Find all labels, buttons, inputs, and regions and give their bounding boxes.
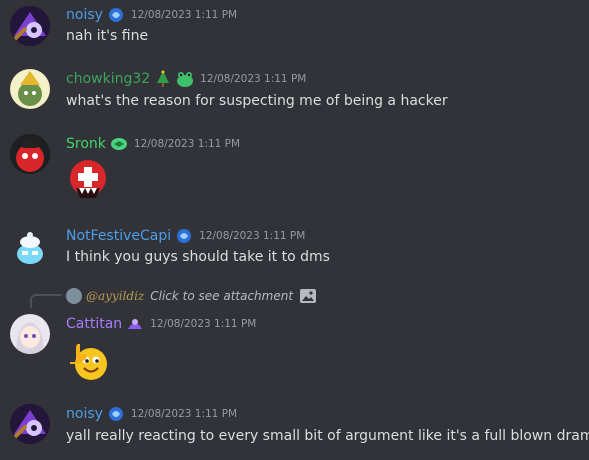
timestamp: 12/08/2023 1:11 PM bbox=[130, 408, 238, 420]
message-text: yall really reacting to every small bit … bbox=[66, 428, 589, 444]
username[interactable]: noisy bbox=[66, 406, 103, 422]
message: noisy 12/08/2023 1:11 PM yall really rea… bbox=[0, 0, 589, 460]
blue-badge-icon bbox=[108, 407, 123, 421]
avatar[interactable] bbox=[10, 404, 50, 444]
